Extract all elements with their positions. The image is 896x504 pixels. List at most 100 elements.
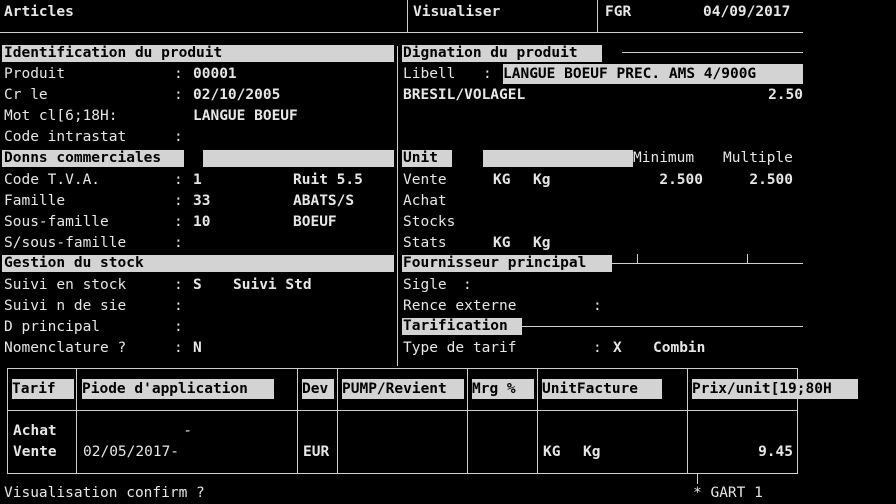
top-rule (0, 32, 803, 33)
field-sep: : (174, 214, 183, 230)
field-label-mot-cle: Mot cl[6;18H: (4, 108, 118, 124)
table-header-unite-facture: UnitFacture (542, 379, 662, 399)
field-sep: : (174, 235, 183, 251)
table-col-divider (297, 368, 298, 473)
table-header-devise: Dev (302, 379, 334, 399)
field-value-nomenclature[interactable]: N (193, 338, 202, 359)
field-value-mot-cle[interactable]: LANGUE BOEUF (193, 106, 298, 127)
field-value-type-tarif[interactable]: X (613, 338, 622, 359)
section-title-unit: Unit (403, 150, 438, 166)
unit-row-label: Stocks (403, 214, 456, 230)
field-label-tva: Code T.V.A. (4, 172, 101, 188)
section-bar (483, 150, 633, 167)
unit-row-label: Stats (403, 235, 447, 251)
table-header-prix-unitaire: Prix/unit[19;80H (692, 379, 858, 399)
field-sep: : (174, 340, 183, 356)
section-title-tarification: Tarification (403, 318, 508, 334)
table-col-divider (337, 368, 338, 473)
field-label-reference-externe: Rence externe (403, 298, 517, 314)
field-label-suivi-serie: Suivi n de sie (4, 298, 127, 314)
field-sep: : (174, 87, 183, 103)
unit-row-u1: KG (493, 172, 511, 188)
screen-title: Articles (4, 4, 74, 20)
table-cell-unite-1: KG (543, 444, 561, 460)
section-rule (622, 52, 803, 53)
section-title-fournisseur: Fournisseur principal (403, 255, 587, 271)
field-value-number: 2.50 (768, 87, 803, 103)
field-value-suivi-stock[interactable]: S (193, 275, 202, 296)
table-header-periode: Piode d'application (82, 379, 274, 399)
section-rule (522, 326, 803, 327)
field-label-libelle: Libell (403, 66, 456, 82)
section-rule (612, 263, 803, 264)
field-label-code-intrastat: Code intrastat (4, 129, 127, 145)
field-label-depot: D principal (4, 319, 101, 335)
table-cell-prix: 9.45 (758, 444, 793, 460)
table-cell-tarif: Vente (13, 444, 57, 460)
section-title-stock: Gestion du stock (4, 255, 144, 271)
field-sep: : (174, 129, 183, 145)
column-divider (397, 46, 398, 366)
field-sep: : (174, 319, 183, 335)
unit-row-mult: 2.500 (749, 172, 793, 188)
field-value-libelle[interactable]: LANGUE BOEUF PREC. AMS 4/900G (503, 64, 803, 84)
table-cell-devise: EUR (303, 444, 330, 460)
top-divider (597, 0, 598, 32)
field-sep: : (174, 193, 183, 209)
unit-row-u2: Kg (533, 172, 551, 188)
section-title-designation: Dignation du produit (403, 45, 578, 61)
field-label-s-sous-famille: S/sous-famille (4, 235, 127, 251)
table-cell-tarif: Achat (13, 423, 57, 439)
unit-row-label: Vente (403, 172, 447, 188)
field-sep: : (174, 298, 183, 314)
unit-row-u1: KG (493, 235, 511, 251)
field-extra-tva: Ruit 5.5 (293, 172, 363, 188)
section-title-identification: Identification du produit (4, 45, 223, 61)
field-sep: : (174, 277, 183, 293)
table-header-tarif: Tarif (12, 379, 74, 399)
table-col-divider (687, 368, 688, 473)
field-extra-famille: ABATS/S (293, 193, 355, 209)
field-label-famille: Famille (4, 193, 66, 209)
table-cell-periode: 02/05/2017- (83, 444, 180, 460)
program-code: * GART 1 (693, 485, 763, 501)
status-prompt[interactable]: Visualisation confirm ? (4, 483, 205, 504)
field-label-type-tarif: Type de tarif (403, 340, 517, 356)
table-cell-periode: - (183, 423, 192, 439)
field-value-sous-famille[interactable]: 10 (193, 212, 210, 233)
tick-mark (747, 254, 748, 263)
table-col-divider (537, 368, 538, 473)
current-date: 04/09/2017 (703, 4, 791, 20)
unit-row-label: Achat (403, 193, 447, 209)
field-value-cree-le[interactable]: 02/10/2005 (193, 85, 280, 106)
field-sep: : (593, 340, 602, 356)
section-title-commercial: Donns commerciales (4, 150, 162, 166)
column-header-multiple: Multiple (723, 150, 793, 166)
field-label-nomenclature: Nomenclature ? (4, 340, 127, 356)
field-value-produit[interactable]: 00001 (193, 64, 237, 85)
field-label-produit: Produit (4, 66, 66, 82)
top-divider (407, 0, 408, 32)
table-header-marge: Mrg % (472, 379, 534, 399)
table-cell-unite-2: Kg (583, 444, 601, 460)
table-header-rule (7, 410, 797, 411)
field-extra-type-tarif: Combin (653, 340, 706, 356)
field-label-sigle: Sigle (403, 277, 447, 293)
company-code: FGR (605, 4, 632, 20)
section-bar (203, 150, 394, 167)
field-label-cree-le: Cr le (4, 87, 48, 103)
table-header-pump: PUMP/Revient (342, 379, 464, 399)
mode-label: Visualiser (413, 4, 501, 20)
tick-mark (637, 254, 638, 263)
table-col-divider (467, 368, 468, 473)
field-sep: : (463, 277, 472, 293)
field-sep: : (174, 66, 183, 82)
field-sep: : (174, 172, 183, 188)
field-label-sous-famille: Sous-famille (4, 214, 109, 230)
column-header-minimum: Minimum (633, 150, 695, 166)
field-value-famille[interactable]: 33 (193, 191, 210, 212)
field-value-origin: BRESIL/VOLAGEL (403, 87, 526, 103)
field-value-tva[interactable]: 1 (193, 170, 202, 191)
unit-row-u2: Kg (533, 235, 551, 251)
table-col-divider (76, 368, 77, 473)
